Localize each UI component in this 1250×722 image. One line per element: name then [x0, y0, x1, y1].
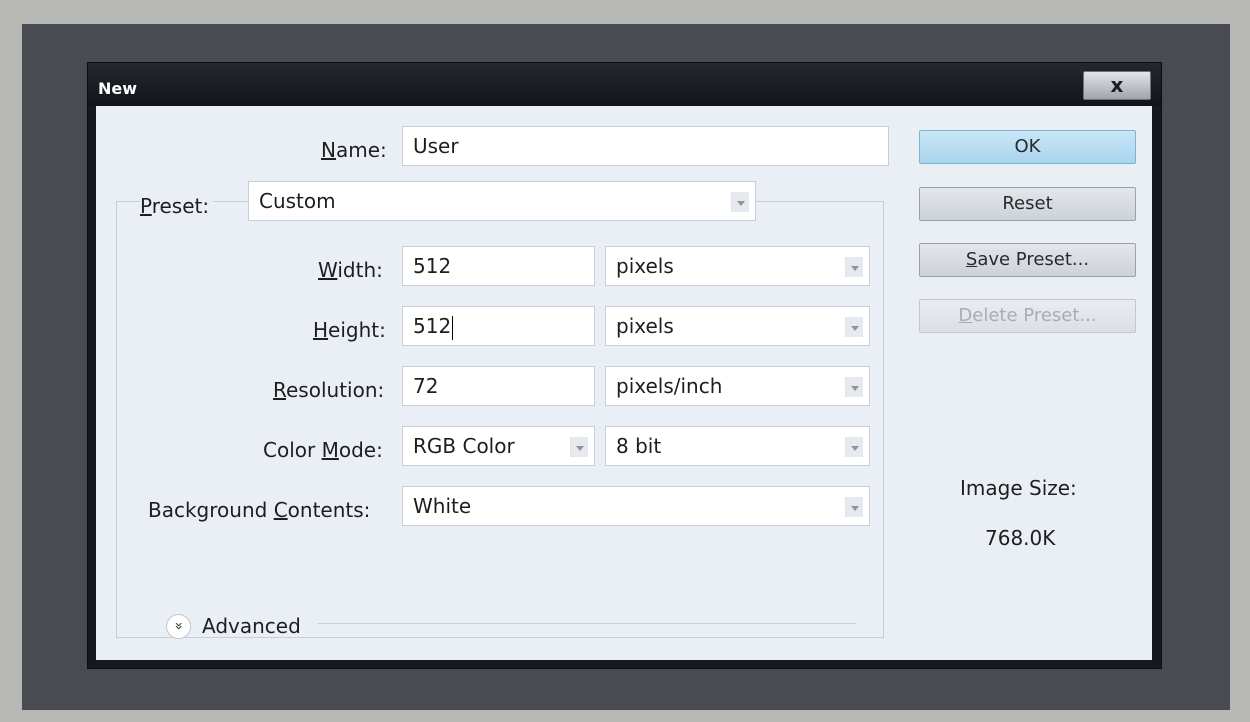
advanced-divider — [318, 623, 856, 624]
image-size-label: Image Size: — [960, 476, 1077, 500]
delete-preset-button: Delete Preset... — [919, 299, 1136, 333]
preset-label: Preset: — [140, 194, 214, 218]
background-contents-label: Background Contents: — [148, 498, 371, 522]
dialog-titlebar[interactable]: New x — [88, 63, 1161, 106]
resolution-label: Resolution: — [273, 378, 385, 402]
ok-button[interactable]: OK — [919, 130, 1136, 164]
resolution-input[interactable]: 72 — [402, 366, 595, 406]
chevron-down-icon — [731, 192, 749, 212]
close-button[interactable]: x — [1083, 71, 1151, 100]
bit-depth-select[interactable]: 8 bit — [605, 426, 870, 466]
close-icon: x — [1110, 73, 1124, 97]
resolution-unit-select[interactable]: pixels/inch — [605, 366, 870, 406]
text-cursor — [452, 315, 454, 340]
dialog-title: New — [98, 79, 138, 98]
background-contents-select[interactable]: White — [402, 486, 870, 526]
image-size-value: 768.0K — [985, 526, 1056, 550]
new-document-dialog: New x Name: User Preset: Custom Width: 5… — [87, 62, 1162, 669]
color-mode-select[interactable]: RGB Color — [402, 426, 595, 466]
name-input[interactable]: User — [402, 126, 889, 166]
chevron-down-icon — [845, 377, 863, 397]
chevron-down-icon — [845, 497, 863, 517]
height-input[interactable]: 512 — [402, 306, 595, 346]
preset-select[interactable]: Custom — [248, 181, 756, 221]
advanced-label[interactable]: Advanced — [202, 614, 301, 638]
height-unit-select[interactable]: pixels — [605, 306, 870, 346]
reset-button[interactable]: Reset — [919, 187, 1136, 221]
width-unit-select[interactable]: pixels — [605, 246, 870, 286]
name-label: Name: — [321, 138, 387, 162]
dialog-content: Name: User Preset: Custom Width: 512 pix… — [96, 106, 1152, 660]
chevron-down-icon — [570, 437, 588, 457]
save-preset-button[interactable]: Save Preset... — [919, 243, 1136, 277]
expand-advanced-icon[interactable]: » — [166, 614, 191, 639]
width-label: Width: — [318, 258, 383, 282]
height-label: Height: — [313, 318, 386, 342]
chevron-down-icon — [845, 437, 863, 457]
width-input[interactable]: 512 — [402, 246, 595, 286]
color-mode-label: Color Mode: — [263, 438, 383, 462]
chevron-down-icon — [845, 317, 863, 337]
chevron-down-icon — [845, 257, 863, 277]
